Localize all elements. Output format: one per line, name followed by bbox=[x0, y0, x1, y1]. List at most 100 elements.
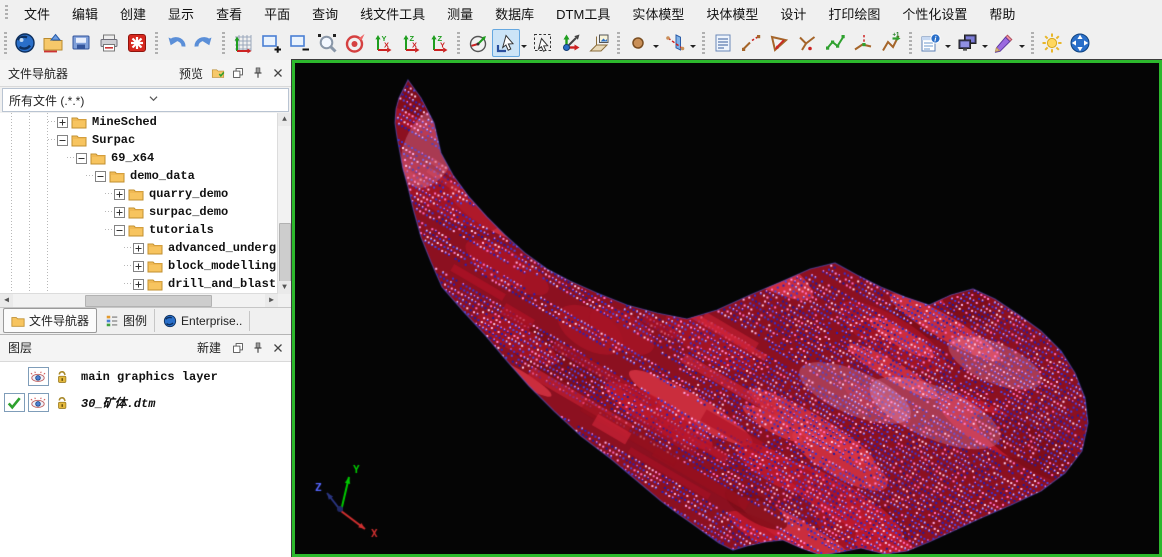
expand-icon[interactable] bbox=[133, 261, 144, 272]
layer-unlocked-padlock-icon[interactable] bbox=[51, 367, 73, 387]
scroll-left-arrow[interactable]: ◀ bbox=[0, 294, 13, 307]
undo-button[interactable] bbox=[162, 29, 190, 57]
tree-hscroll-thumb[interactable] bbox=[85, 295, 212, 307]
insert-point-button[interactable] bbox=[821, 29, 849, 57]
menu-item-1[interactable]: 文件 bbox=[13, 0, 61, 27]
layer-visibility-eye-icon[interactable] bbox=[27, 367, 49, 387]
toolbar-grip[interactable] bbox=[155, 32, 158, 54]
menu-item-5[interactable]: 查看 bbox=[205, 0, 253, 27]
expand-icon[interactable] bbox=[133, 243, 144, 254]
section-plane-dropdown-arrow[interactable] bbox=[690, 45, 696, 51]
close-panel-icon[interactable] bbox=[269, 64, 287, 82]
menu-item-17[interactable]: 帮助 bbox=[978, 0, 1026, 27]
collapse-icon[interactable] bbox=[95, 171, 106, 182]
zoom-out-button[interactable] bbox=[285, 29, 313, 57]
collapse-icon[interactable] bbox=[57, 135, 68, 146]
view-xy-plane-button[interactable]: YX bbox=[369, 29, 397, 57]
zoom-window-button[interactable] bbox=[313, 29, 341, 57]
menu-item-12[interactable]: 实体模型 bbox=[621, 0, 695, 27]
pin-panel-icon[interactable] bbox=[249, 64, 267, 82]
dock-tab-文件导航器[interactable]: 文件导航器 bbox=[3, 308, 97, 333]
menu-item-15[interactable]: 打印绘图 bbox=[817, 0, 891, 27]
menu-item-3[interactable]: 创建 bbox=[109, 0, 157, 27]
open-file-button[interactable] bbox=[39, 29, 67, 57]
toolbar-grip[interactable] bbox=[4, 32, 7, 54]
expand-icon[interactable] bbox=[114, 207, 125, 218]
menubar-grip[interactable] bbox=[5, 5, 8, 21]
expand-icon[interactable] bbox=[114, 189, 125, 200]
move-graphics-button[interactable] bbox=[557, 29, 585, 57]
select-mode-button[interactable] bbox=[492, 29, 520, 57]
toolbar-grip[interactable] bbox=[457, 32, 460, 54]
pin-panel-icon[interactable] bbox=[249, 339, 267, 357]
properties-dropdown-arrow[interactable] bbox=[945, 45, 951, 51]
redo-button[interactable] bbox=[190, 29, 218, 57]
menu-item-11[interactable]: DTM工具 bbox=[545, 0, 621, 27]
save-file-button[interactable] bbox=[67, 29, 95, 57]
view-xz-plane-button[interactable]: ZX bbox=[397, 29, 425, 57]
move-point-button[interactable] bbox=[849, 29, 877, 57]
file-filter-select[interactable]: 所有文件 (.*.*) bbox=[2, 88, 289, 112]
3d-viewport[interactable] bbox=[292, 60, 1162, 557]
menu-item-14[interactable]: 设计 bbox=[769, 0, 817, 27]
scroll-down-arrow[interactable]: ▼ bbox=[278, 281, 291, 294]
menu-item-16[interactable]: 个性化设置 bbox=[891, 0, 978, 27]
preview-folder-icon[interactable] bbox=[209, 64, 227, 82]
layer-row-30_矿体.dtm[interactable]: 30_矿体.dtm bbox=[0, 390, 291, 416]
edit-tool-button[interactable] bbox=[990, 29, 1018, 57]
tree-item-drill_and_blast[interactable]: drill_and_blast bbox=[0, 275, 278, 293]
view-yz-plane-button[interactable]: ZY bbox=[425, 29, 453, 57]
renumber-segment-button[interactable]: +1 bbox=[877, 29, 905, 57]
float-panel-icon[interactable] bbox=[229, 339, 247, 357]
section-plane-button[interactable] bbox=[661, 29, 689, 57]
properties-button[interactable]: i bbox=[916, 29, 944, 57]
box-select-button[interactable] bbox=[529, 29, 557, 57]
tree-item-advanced_underg[interactable]: advanced_underg bbox=[0, 239, 278, 257]
new-layer-button[interactable]: 新建 bbox=[197, 339, 221, 356]
tree-item-MineSched[interactable]: MineSched bbox=[0, 113, 278, 131]
display-manager-dropdown-arrow[interactable] bbox=[982, 45, 988, 51]
active-layer-check-icon[interactable] bbox=[3, 393, 25, 413]
globe-button[interactable] bbox=[11, 29, 39, 57]
rotate-view-button[interactable] bbox=[464, 29, 492, 57]
tree-item-demo_data[interactable]: demo_data bbox=[0, 167, 278, 185]
layer-unlocked-padlock-icon[interactable] bbox=[51, 393, 73, 413]
tree-item-block_modelling[interactable]: block_modelling bbox=[0, 257, 278, 275]
toolbar-grip[interactable] bbox=[702, 32, 705, 54]
model-canvas[interactable] bbox=[295, 63, 1159, 554]
menu-item-10[interactable]: 数据库 bbox=[484, 0, 545, 27]
menu-item-9[interactable]: 测量 bbox=[436, 0, 484, 27]
menu-item-7[interactable]: 查询 bbox=[301, 0, 349, 27]
tree-vertical-scrollbar[interactable]: ▲ ▼ bbox=[277, 113, 291, 294]
scroll-right-arrow[interactable]: ▶ bbox=[265, 294, 278, 307]
string-document-button[interactable] bbox=[709, 29, 737, 57]
menu-item-6[interactable]: 平面 bbox=[253, 0, 301, 27]
tree-item-Surpac[interactable]: Surpac bbox=[0, 131, 278, 149]
tree-item-tutorials[interactable]: tutorials bbox=[0, 221, 278, 239]
collapse-icon[interactable] bbox=[114, 225, 125, 236]
tree-item-quarry_demo[interactable]: quarry_demo bbox=[0, 185, 278, 203]
zoom-point-button[interactable] bbox=[341, 29, 369, 57]
scroll-up-arrow[interactable]: ▲ bbox=[278, 113, 291, 126]
layer-visibility-eye-icon[interactable] bbox=[27, 393, 49, 413]
menu-item-13[interactable]: 块体模型 bbox=[695, 0, 769, 27]
display-manager-button[interactable] bbox=[953, 29, 981, 57]
lighting-button[interactable] bbox=[1038, 29, 1066, 57]
point-tool-button[interactable] bbox=[624, 29, 652, 57]
reset-graphics-button[interactable] bbox=[123, 29, 151, 57]
break-line-button[interactable] bbox=[737, 29, 765, 57]
menu-item-4[interactable]: 显示 bbox=[157, 0, 205, 27]
dock-tab-Enterprise..[interactable]: Enterprise.. bbox=[156, 311, 250, 331]
dock-tab-图例[interactable]: 图例 bbox=[98, 309, 155, 332]
tree-item-69_x64[interactable]: 69_x64 bbox=[0, 149, 278, 167]
split-segment-button[interactable] bbox=[793, 29, 821, 57]
close-panel-icon[interactable] bbox=[269, 339, 287, 357]
zoom-in-button[interactable] bbox=[257, 29, 285, 57]
expand-icon[interactable] bbox=[133, 279, 144, 290]
float-panel-icon[interactable] bbox=[229, 64, 247, 82]
print-button[interactable] bbox=[95, 29, 123, 57]
toolbar-grip[interactable] bbox=[222, 32, 225, 54]
layer-row-main graphics layer[interactable]: main graphics layer bbox=[0, 364, 291, 390]
active-layer-slot[interactable] bbox=[3, 367, 25, 387]
close-segment-button[interactable] bbox=[765, 29, 793, 57]
